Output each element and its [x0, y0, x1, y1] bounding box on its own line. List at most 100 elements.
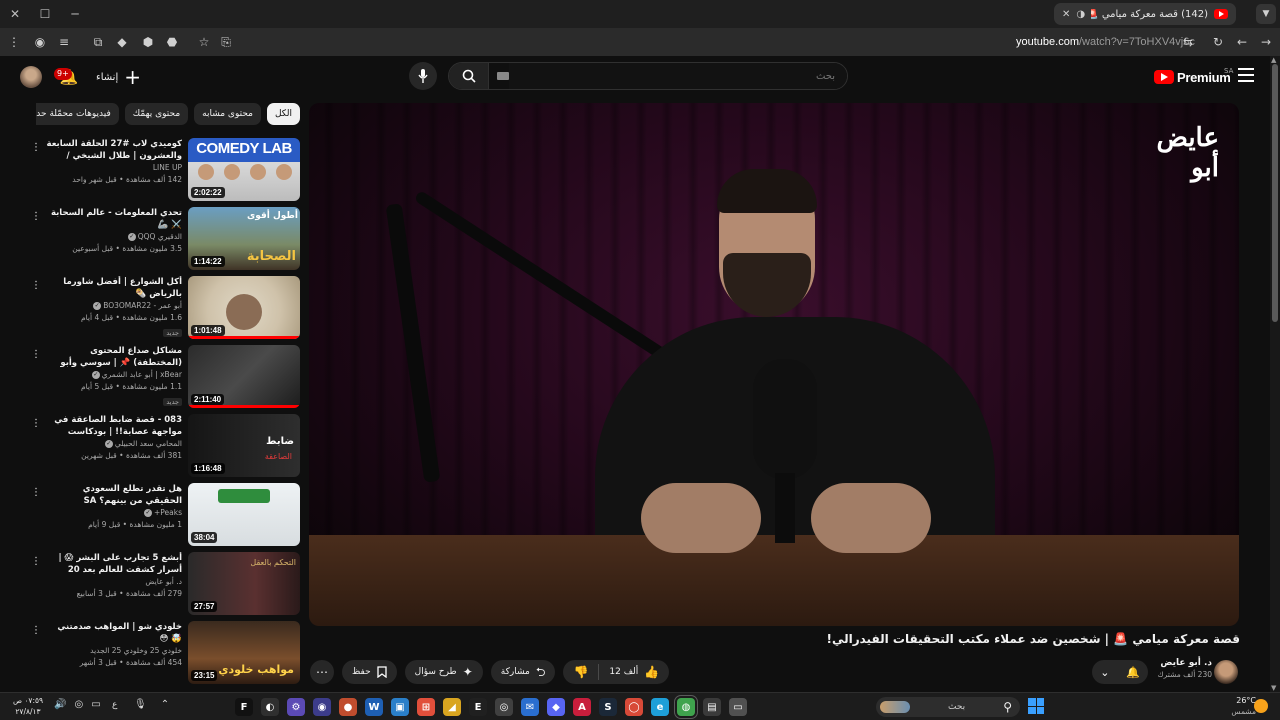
subscribed-button[interactable]: ⌄ 🔔 — [1092, 660, 1148, 684]
video-title[interactable]: هل تقدر تطلع السعودي الحقيقي من بينهم؟ S… — [44, 483, 182, 507]
video-thumbnail[interactable]: COMEDY LAB 2:02:22 — [188, 138, 300, 201]
microphone-tray-icon[interactable]: 🎙 — [134, 699, 147, 710]
guide-menu-icon[interactable] — [1238, 68, 1254, 82]
minimize-window-icon[interactable]: ─ — [60, 0, 90, 28]
scroll-up-icon[interactable]: ▲ — [1271, 56, 1276, 64]
reload-icon[interactable]: ↻ — [1208, 32, 1228, 52]
maximize-window-icon[interactable]: ☐ — [30, 0, 60, 28]
list-item[interactable]: 38:04 هل تقدر تطلع السعودي الحقيقي من بي… — [28, 481, 300, 550]
chip-all[interactable]: الكل — [266, 103, 300, 125]
list-item[interactable]: أطول أقوى الصحابة 1:14:22 تحدي المعلومات… — [28, 205, 300, 274]
list-item[interactable]: 1:01:48 أكل الشوارع | أفضل شاورما بالريا… — [28, 274, 300, 343]
site-settings-icon[interactable]: ⇆ — [1178, 32, 1198, 52]
volume-icon[interactable]: 🔊 — [54, 699, 66, 710]
taskbar-app-icon[interactable]: ◎ — [495, 698, 513, 716]
tab-list-chevron-icon[interactable]: ▼ — [1256, 4, 1276, 24]
extension-shield-icon[interactable]: ⬢ — [138, 32, 158, 52]
share-button[interactable]: مشاركة ⮌ — [490, 660, 556, 684]
taskbar-app-icon[interactable]: ◯ — [625, 698, 643, 716]
browser-menu-icon[interactable]: ⋮ — [4, 32, 24, 52]
taskbar-app-icon[interactable]: S — [599, 698, 617, 716]
taskbar-app-icon[interactable]: ▤ — [703, 698, 721, 716]
video-thumbnail[interactable]: 38:04 — [188, 483, 300, 546]
install-app-icon[interactable]: ⎘ — [216, 32, 236, 52]
video-title[interactable]: كوميدي لاب #27 الحلقة السابعة والعشرون |… — [44, 138, 182, 162]
list-item[interactable]: ضابط الصاعقة 1:16:48 083 - قصة ضابط الصا… — [28, 412, 300, 481]
list-item[interactable]: مواهب خلودي 23:15 خلودي شو | المواهب صدم… — [28, 619, 300, 688]
profile-icon[interactable]: ◉ — [30, 32, 50, 52]
battery-icon[interactable]: ▭ — [91, 699, 100, 710]
bookmark-star-icon[interactable]: ☆ — [194, 32, 214, 52]
video-thumbnail[interactable]: 2:11:40 — [188, 345, 300, 408]
video-thumbnail[interactable]: أطول أقوى الصحابة 1:14:22 — [188, 207, 300, 270]
more-actions-icon[interactable]: ⋮ — [30, 485, 42, 499]
more-actions-icon[interactable]: ⋮ — [30, 278, 42, 292]
taskbar-app-icon[interactable]: ● — [339, 698, 357, 716]
video-title[interactable]: أبشع 5 تجارب على البشر 😱 | أسرار كشفت لل… — [44, 552, 182, 576]
video-title[interactable]: مشاكل صداع المحتوى (المختطفة) 📌 | سوسي و… — [44, 345, 182, 369]
channel-name[interactable]: أبو عمر - BO3OMAR22✓ — [44, 300, 182, 312]
taskbar-app-icon[interactable]: E — [469, 698, 487, 716]
taskbar-app-icon[interactable]: ◆ — [547, 698, 565, 716]
channel-name[interactable]: xBear | أبو عابد الشمري✓ — [44, 369, 182, 381]
video-title[interactable]: خلودي شو | المواهب صدمتني 🤯 😳 — [44, 621, 182, 645]
dislike-button[interactable]: 👎 — [563, 660, 598, 684]
address-bar[interactable]: youtube.com/watch?v=7ToHXV4vj6c — [1016, 32, 1196, 52]
extension-diamond-icon[interactable]: ◆ — [112, 32, 132, 52]
save-button[interactable]: حفظ — [342, 660, 397, 684]
channel-name[interactable]: الدقيري QQQ✓ — [44, 231, 182, 243]
more-actions-icon[interactable]: ⋮ — [30, 554, 42, 568]
channel-name[interactable]: د. أبو عايض — [1150, 658, 1212, 668]
list-item[interactable]: 2:11:40 مشاكل صداع المحتوى (المختطفة) 📌 … — [28, 343, 300, 412]
more-actions-icon[interactable]: ⋮ — [30, 347, 42, 361]
tab-close-icon[interactable]: ✕ — [1062, 9, 1070, 20]
video-thumbnail[interactable]: التحكم بالعقل 27:57 — [188, 552, 300, 615]
more-actions-icon[interactable]: ⋮ — [30, 416, 42, 430]
taskbar-app-icon[interactable]: A — [573, 698, 591, 716]
close-window-icon[interactable]: ✕ — [0, 0, 30, 28]
taskbar-app-icon[interactable]: W — [365, 698, 383, 716]
page-scrollbar[interactable]: ▲ ▼ — [1270, 56, 1280, 692]
video-title[interactable]: أكل الشوارع | أفضل شاورما بالرياض 🌯 — [44, 276, 182, 300]
ask-button[interactable]: طرح سؤال ✦ — [404, 660, 483, 684]
video-title[interactable]: تحدي المعلومات - عالم السحابة ⚔️ 🦾 — [44, 207, 182, 231]
taskbar-app-icon[interactable]: ◢ — [443, 698, 461, 716]
scroll-down-icon[interactable]: ▼ — [1271, 684, 1276, 692]
taskbar-search[interactable]: ⚲ بحث — [876, 697, 1020, 717]
video-title[interactable]: 083 - قصة ضابط الصاعقة في مواجهة عصابة!!… — [44, 414, 182, 438]
chip-recently-uploaded[interactable]: فيديوهات محمّلة حديثًا — [36, 103, 119, 125]
input-language[interactable]: ع — [112, 700, 117, 710]
network-icon[interactable]: ◎ — [74, 699, 83, 710]
extension-badge-icon[interactable]: ⬣ — [162, 32, 182, 52]
scroll-thumb[interactable] — [1272, 64, 1278, 322]
taskbar-app-icon[interactable]: ◉ — [313, 698, 331, 716]
more-actions-icon[interactable]: ⋮ — [30, 623, 42, 637]
video-thumbnail[interactable]: مواهب خلودي 23:15 — [188, 621, 300, 684]
more-actions-button[interactable]: ⋯ — [310, 660, 334, 684]
taskbar-app-icon[interactable]: F — [235, 698, 253, 716]
create-button[interactable]: إنشاء + — [96, 65, 141, 89]
channel-avatar[interactable] — [1214, 660, 1238, 684]
taskbar-app-icon[interactable]: ▭ — [729, 698, 747, 716]
video-thumbnail[interactable]: 1:01:48 — [188, 276, 300, 339]
extensions-icon[interactable]: ⧉ — [88, 32, 108, 52]
taskbar-app-icon[interactable]: e — [651, 698, 669, 716]
browser-tab-active[interactable]: (142) قصة معركة ميامي 🚨 | شخصين ضد عملاء… — [1054, 3, 1236, 25]
more-actions-icon[interactable]: ⋮ — [30, 209, 42, 223]
weather-widget[interactable]: 26°C مشمس — [1196, 695, 1256, 717]
voice-search-mic-icon[interactable] — [409, 62, 437, 90]
like-button[interactable]: 12 ألف 👍 — [599, 660, 669, 684]
chevron-up-icon[interactable]: ⌃ — [161, 699, 169, 710]
windows-start-icon[interactable] — [1028, 698, 1044, 714]
video-thumbnail[interactable]: ضابط الصاعقة 1:16:48 — [188, 414, 300, 477]
tab-audio-icon[interactable]: ◑ — [1076, 9, 1085, 20]
chip-similar[interactable]: محتوى مشابه — [194, 103, 261, 125]
taskbar-app-icon[interactable]: ▣ — [391, 698, 409, 716]
back-icon[interactable]: → — [1256, 32, 1276, 52]
list-item[interactable]: COMEDY LAB 2:02:22 كوميدي لاب #27 الحلقة… — [28, 136, 300, 205]
chip-for-you[interactable]: محتوى يهمّك — [124, 103, 189, 125]
search-button[interactable] — [449, 63, 489, 89]
channel-name[interactable]: LINE UP — [44, 162, 182, 174]
channel-info[interactable]: د. أبو عايض 230 ألف مشترك — [1150, 658, 1212, 679]
taskbar-app-icon[interactable]: ◐ — [261, 698, 279, 716]
